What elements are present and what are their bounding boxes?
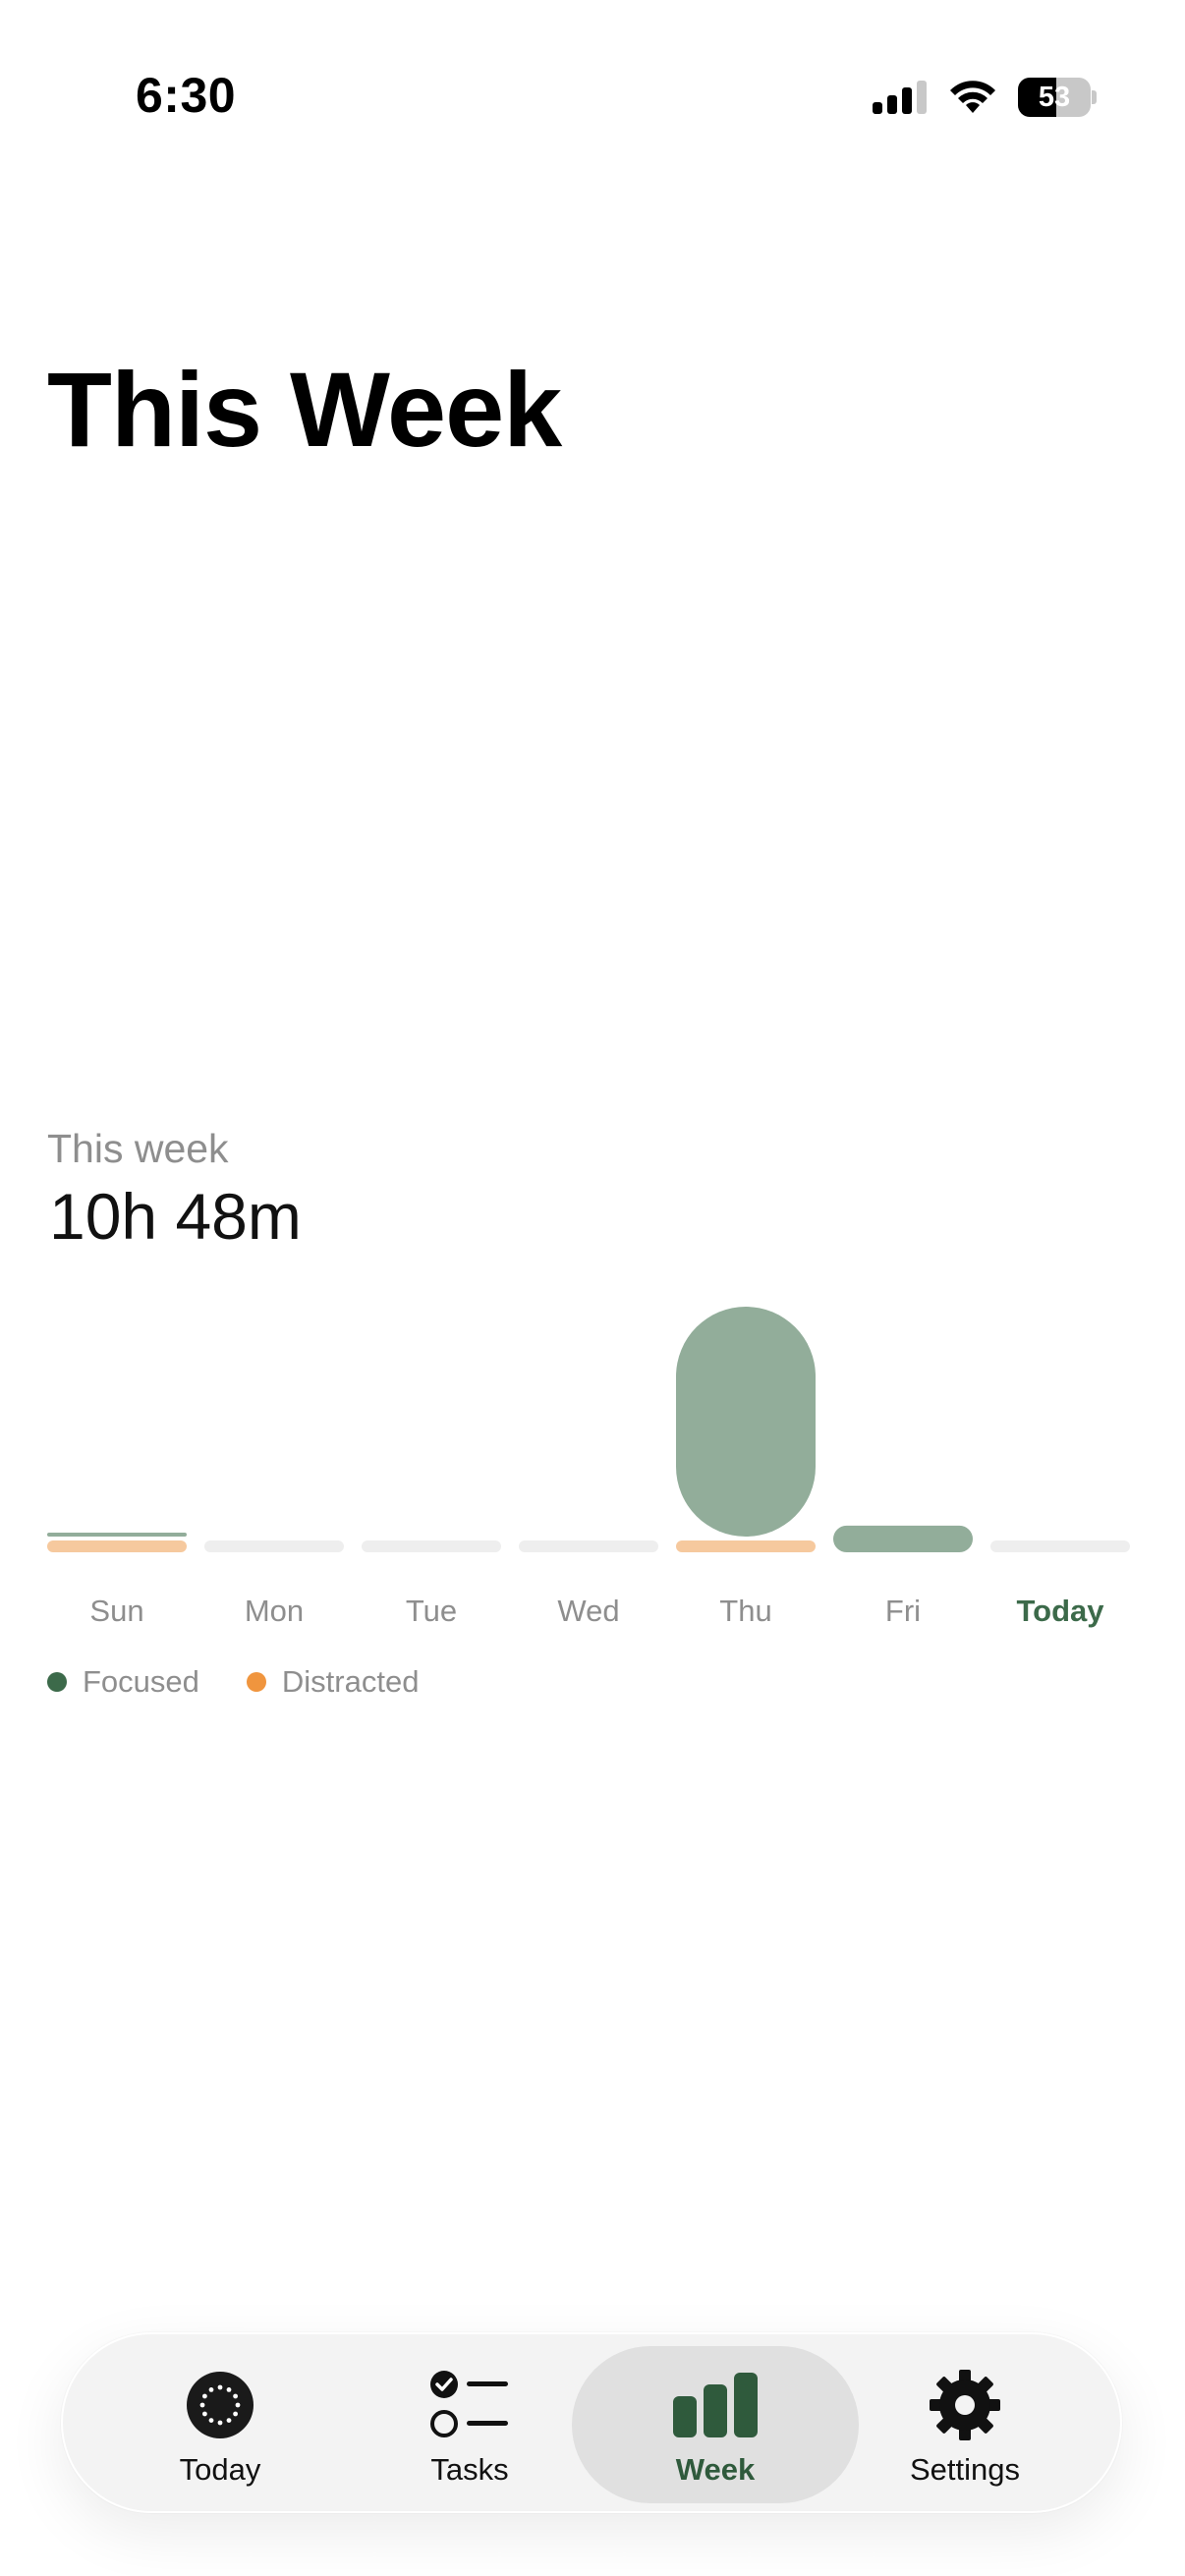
legend-dot-focused: [47, 1672, 67, 1692]
dotted-circle-icon: [176, 2366, 264, 2444]
summary-total: 10h 48m: [49, 1180, 302, 1253]
x-label-wed: Wed: [557, 1594, 620, 1628]
chart-legend: Focused Distracted: [47, 1664, 466, 1700]
legend-item-distracted: Distracted: [246, 1664, 420, 1700]
bar-empty-wed: [519, 1540, 658, 1552]
bar-empty-today: [990, 1540, 1130, 1552]
summary-label: This week: [47, 1126, 229, 1171]
tab-week[interactable]: Week: [572, 2346, 859, 2503]
tab-tasks[interactable]: Tasks: [371, 2346, 568, 2503]
tab-label-tasks: Tasks: [430, 2452, 509, 2487]
legend-label-distracted: Distracted: [281, 1664, 420, 1699]
battery-level: 53: [1038, 82, 1071, 113]
bar-empty-mon: [204, 1540, 344, 1552]
bar-chart-icon: [671, 2366, 760, 2444]
bar-focused-sun: [47, 1533, 187, 1537]
battery-icon: 53: [1018, 78, 1097, 117]
bar-distracted-sun: [47, 1540, 187, 1552]
bar-empty-tue: [362, 1540, 501, 1552]
bar-focused-thu: [676, 1307, 816, 1537]
legend-item-focused: Focused: [47, 1664, 199, 1700]
gear-icon: [921, 2366, 1009, 2444]
legend-label-focused: Focused: [83, 1664, 199, 1699]
wifi-icon: [950, 81, 995, 113]
x-label-sun: Sun: [89, 1594, 144, 1628]
x-label-today: Today: [1016, 1594, 1104, 1628]
page-title: This Week: [47, 350, 562, 469]
cellular-signal-icon: [873, 81, 927, 114]
bar-focused-fri: [833, 1525, 973, 1552]
tab-label-today: Today: [179, 2452, 261, 2487]
status-time: 6:30: [136, 68, 237, 123]
tab-today[interactable]: Today: [122, 2346, 318, 2503]
status-icons: 53: [873, 73, 1097, 122]
checklist-icon: [425, 2366, 514, 2444]
x-label-mon: Mon: [244, 1594, 305, 1628]
tab-settings[interactable]: Settings: [867, 2346, 1063, 2503]
x-label-fri: Fri: [884, 1594, 922, 1628]
legend-dot-distracted: [246, 1672, 266, 1692]
tab-label-settings: Settings: [909, 2452, 1020, 2487]
tab-bar: Today Tasks Week Settings: [61, 2332, 1122, 2513]
bar-distracted-thu: [676, 1540, 816, 1552]
x-label-thu: Thu: [719, 1594, 772, 1628]
tab-label-week: Week: [675, 2452, 756, 2487]
week-chart: [47, 1307, 1130, 1552]
x-label-tue: Tue: [405, 1594, 458, 1628]
